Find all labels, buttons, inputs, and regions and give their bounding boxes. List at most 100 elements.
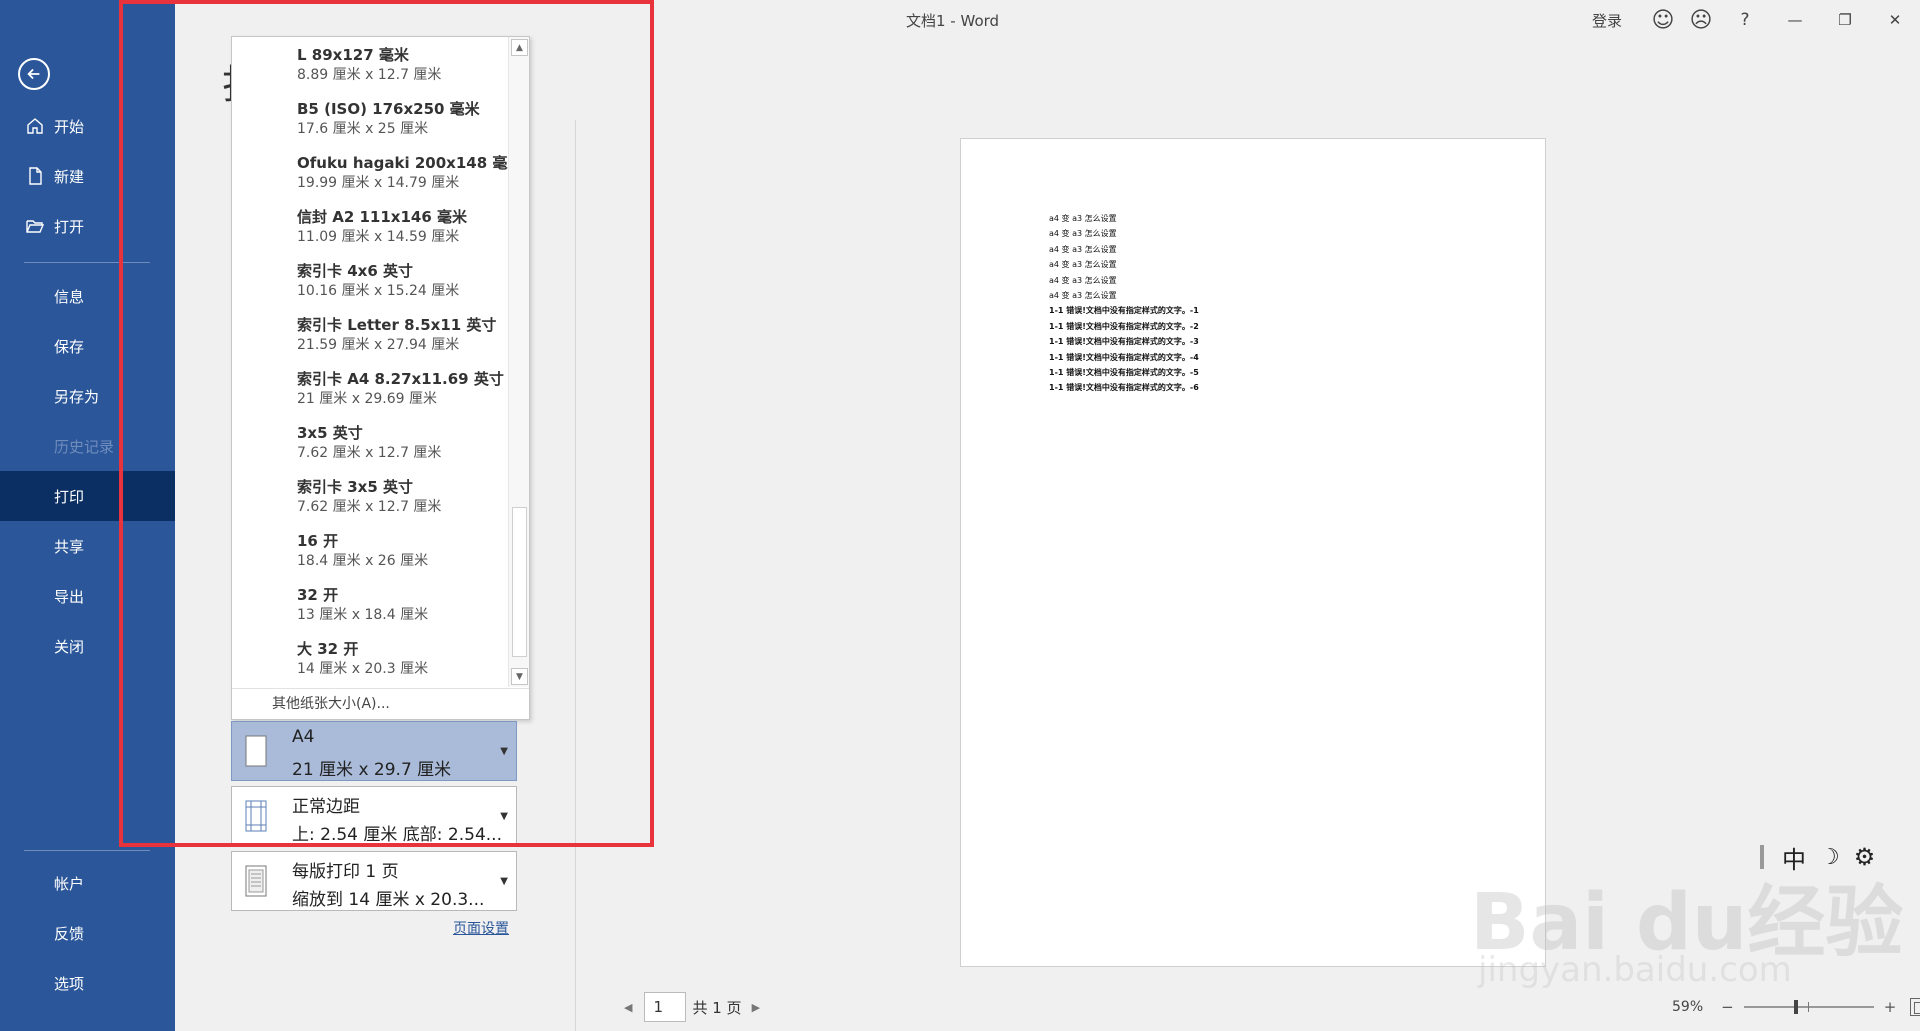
open-folder-icon [24,215,46,237]
sign-in-button[interactable]: 登录 [1580,0,1634,40]
margins-name: 正常边距 [292,797,360,817]
nav-save-as[interactable]: 另存为 [0,371,175,421]
nav-label: 新建 [54,167,85,186]
paper-size-option[interactable]: 32 开 13 厘米 x 18.4 厘米 [232,577,508,631]
sidebar-divider [24,262,150,263]
paper-size-option-name: 3x5 英寸 [297,424,363,442]
nav-label: 历史记录 [54,437,115,456]
nav-label: 另存为 [54,387,100,406]
nav-new[interactable]: 新建 [0,151,175,201]
nav-label: 反馈 [54,924,85,943]
paper-size-option-name: 32 开 [297,586,339,604]
preview-text-line: 1-1 错误!文档中没有指定样式的文字。-6 [1049,383,1199,393]
paper-page-icon [245,735,267,767]
zoom-slider[interactable] [1743,1000,1874,1014]
nav-label: 选项 [54,974,85,993]
paper-size-option[interactable]: 索引卡 Letter 8.5x11 英寸 21.59 厘米 x 27.94 厘米 [232,307,508,361]
margins-detail: 上: 2.54 厘米 底部: 2.54... [292,825,502,845]
paper-size-selector[interactable]: A4 21 厘米 x 29.7 厘米 ▼ [231,721,517,781]
paper-size-option[interactable]: 信封 A2 111x146 毫米 11.09 厘米 x 14.59 厘米 [232,199,508,253]
paper-size-option-dimensions: 19.99 厘米 x 14.79 厘米 [297,175,460,191]
restore-button[interactable]: ❐ [1820,0,1870,40]
minimize-button[interactable]: — [1770,0,1820,40]
paper-size-option[interactable]: 大 32 开 14 厘米 x 20.3 厘米 [232,631,508,685]
paper-size-option-name: 大 32 开 [297,640,359,658]
frown-feedback-icon[interactable]: ☹ [1682,0,1720,40]
preview-text-line: a4 变 a3 怎么设置 [1049,214,1117,223]
nav-label: 信息 [54,287,85,306]
nav-save[interactable]: 保存 [0,321,175,371]
preview-text-line: a4 变 a3 怎么设置 [1049,260,1117,270]
dropdown-scrollbar[interactable]: ▲ ▼ [508,37,529,687]
paper-size-option-dimensions: 14 厘米 x 20.3 厘米 [297,661,429,677]
nav-close[interactable]: 关闭 [0,621,175,671]
more-paper-sizes-link[interactable]: 其他纸张大小(A)... [232,688,529,719]
scroll-down-icon[interactable]: ▼ [511,668,528,685]
paper-size-option[interactable]: 3x5 英寸 7.62 厘米 x 12.7 厘米 [232,415,508,469]
preview-text-line: 1-1 错误!文档中没有指定样式的文字。-5 [1049,368,1199,378]
toolbar-grip[interactable] [1760,845,1764,869]
zoom-percent[interactable]: 59% [1672,999,1703,1015]
paper-size-option-dimensions: 10.16 厘米 x 15.24 厘米 [297,283,460,299]
nav-label: 打开 [54,217,85,236]
page-setup-link[interactable]: 页面设置 [453,918,509,938]
next-page-icon[interactable]: ▶ [746,1001,766,1014]
pages-per-sheet-selector[interactable]: 每版打印 1 页 缩放到 14 厘米 x 20.3... ▼ [231,851,517,911]
zoom-in-icon[interactable]: + [1880,998,1901,1016]
paper-size-option[interactable]: 索引卡 A4 8.27x11.69 英寸 21 厘米 x 29.69 厘米 [232,361,508,415]
total-pages-label: 共 1 页 [692,998,742,1017]
nav-open[interactable]: 打开 [0,201,175,251]
nav-print[interactable]: 打印 [0,471,175,521]
moon-icon[interactable]: ☽ [1820,845,1840,870]
paper-size-option-name: Ofuku hagaki 200x148 毫米 [297,154,508,172]
scroll-thumb[interactable] [512,507,527,657]
current-page-input[interactable]: 1 [644,992,687,1022]
ime-language-toggle[interactable]: 中 [1782,840,1806,875]
chevron-down-icon: ▼ [500,876,508,887]
gear-icon[interactable]: ⚙ [1854,843,1876,871]
close-button[interactable]: ✕ [1870,0,1920,40]
margins-selector[interactable]: 正常边距 上: 2.54 厘米 底部: 2.54... ▼ [231,786,517,846]
zoom-slider-thumb[interactable] [1793,1000,1798,1014]
zoom-out-icon[interactable]: − [1717,998,1738,1016]
paper-size-option[interactable]: 索引卡 4x6 英寸 10.16 厘米 x 15.24 厘米 [232,253,508,307]
paper-size-option-name: 索引卡 Letter 8.5x11 英寸 [297,316,497,334]
nav-account[interactable]: 帐户 [0,858,175,908]
paper-size-name: A4 [292,727,315,747]
panel-divider [575,120,576,1031]
preview-text-line: 1-1 错误!文档中没有指定样式的文字。-1 [1049,306,1199,316]
paper-size-option-dimensions: 7.62 厘米 x 12.7 厘米 [297,499,442,515]
nav-label: 打印 [54,487,85,506]
preview-text-line: a4 变 a3 怎么设置 [1049,275,1117,285]
previous-page-icon[interactable]: ◀ [618,1001,638,1014]
zoom-center-tick [1807,1002,1809,1012]
nav-share[interactable]: 共享 [0,521,175,571]
preview-text-block: a4 变 a3 怎么设置 a4 变 a3 怎么设置 a4 变 a3 怎么设置 a4 变… [1049,211,1199,396]
nav-label: 开始 [54,117,85,136]
nav-label: 保存 [54,337,85,356]
smile-feedback-icon[interactable]: ☺ [1644,0,1682,40]
paper-size-option-name: 信封 A2 111x146 毫米 [297,208,468,226]
nav-options[interactable]: 选项 [0,958,175,1008]
scroll-up-icon[interactable]: ▲ [511,39,528,56]
paper-size-option[interactable]: B5 (ISO) 176x250 毫米 17.6 厘米 x 25 厘米 [232,91,508,145]
paper-size-option-dimensions: 11.09 厘米 x 14.59 厘米 [297,229,460,245]
back-arrow-icon[interactable] [18,58,50,90]
backstage-sidebar: 开始 新建 打开 信息 保存 另存为 历史记录 打印 共享 导出 关闭 帐户 反… [0,0,175,1031]
nav-label: 关闭 [54,637,85,656]
paper-size-option[interactable]: Ofuku hagaki 200x148 毫米 19.99 厘米 x 14.79 … [232,145,508,199]
window-title: 文档1 - Word [906,12,1000,30]
nav-home[interactable]: 开始 [0,101,175,151]
nav-export[interactable]: 导出 [0,571,175,621]
nav-feedback[interactable]: 反馈 [0,908,175,958]
zoom-to-page-icon[interactable] [1910,998,1920,1016]
nav-label: 帐户 [54,874,85,893]
preview-text-line: a4 变 a3 怎么设置 [1049,244,1117,254]
nav-label: 共享 [54,537,85,556]
paper-size-option-dimensions: 8.89 厘米 x 12.7 厘米 [297,67,442,83]
help-icon[interactable]: ? [1720,0,1770,40]
nav-info[interactable]: 信息 [0,271,175,321]
paper-size-option[interactable]: L 89x127 毫米 8.89 厘米 x 12.7 厘米 [232,37,508,91]
paper-size-option[interactable]: 16 开 18.4 厘米 x 26 厘米 [232,523,508,577]
paper-size-option[interactable]: 索引卡 3x5 英寸 7.62 厘米 x 12.7 厘米 [232,469,508,523]
